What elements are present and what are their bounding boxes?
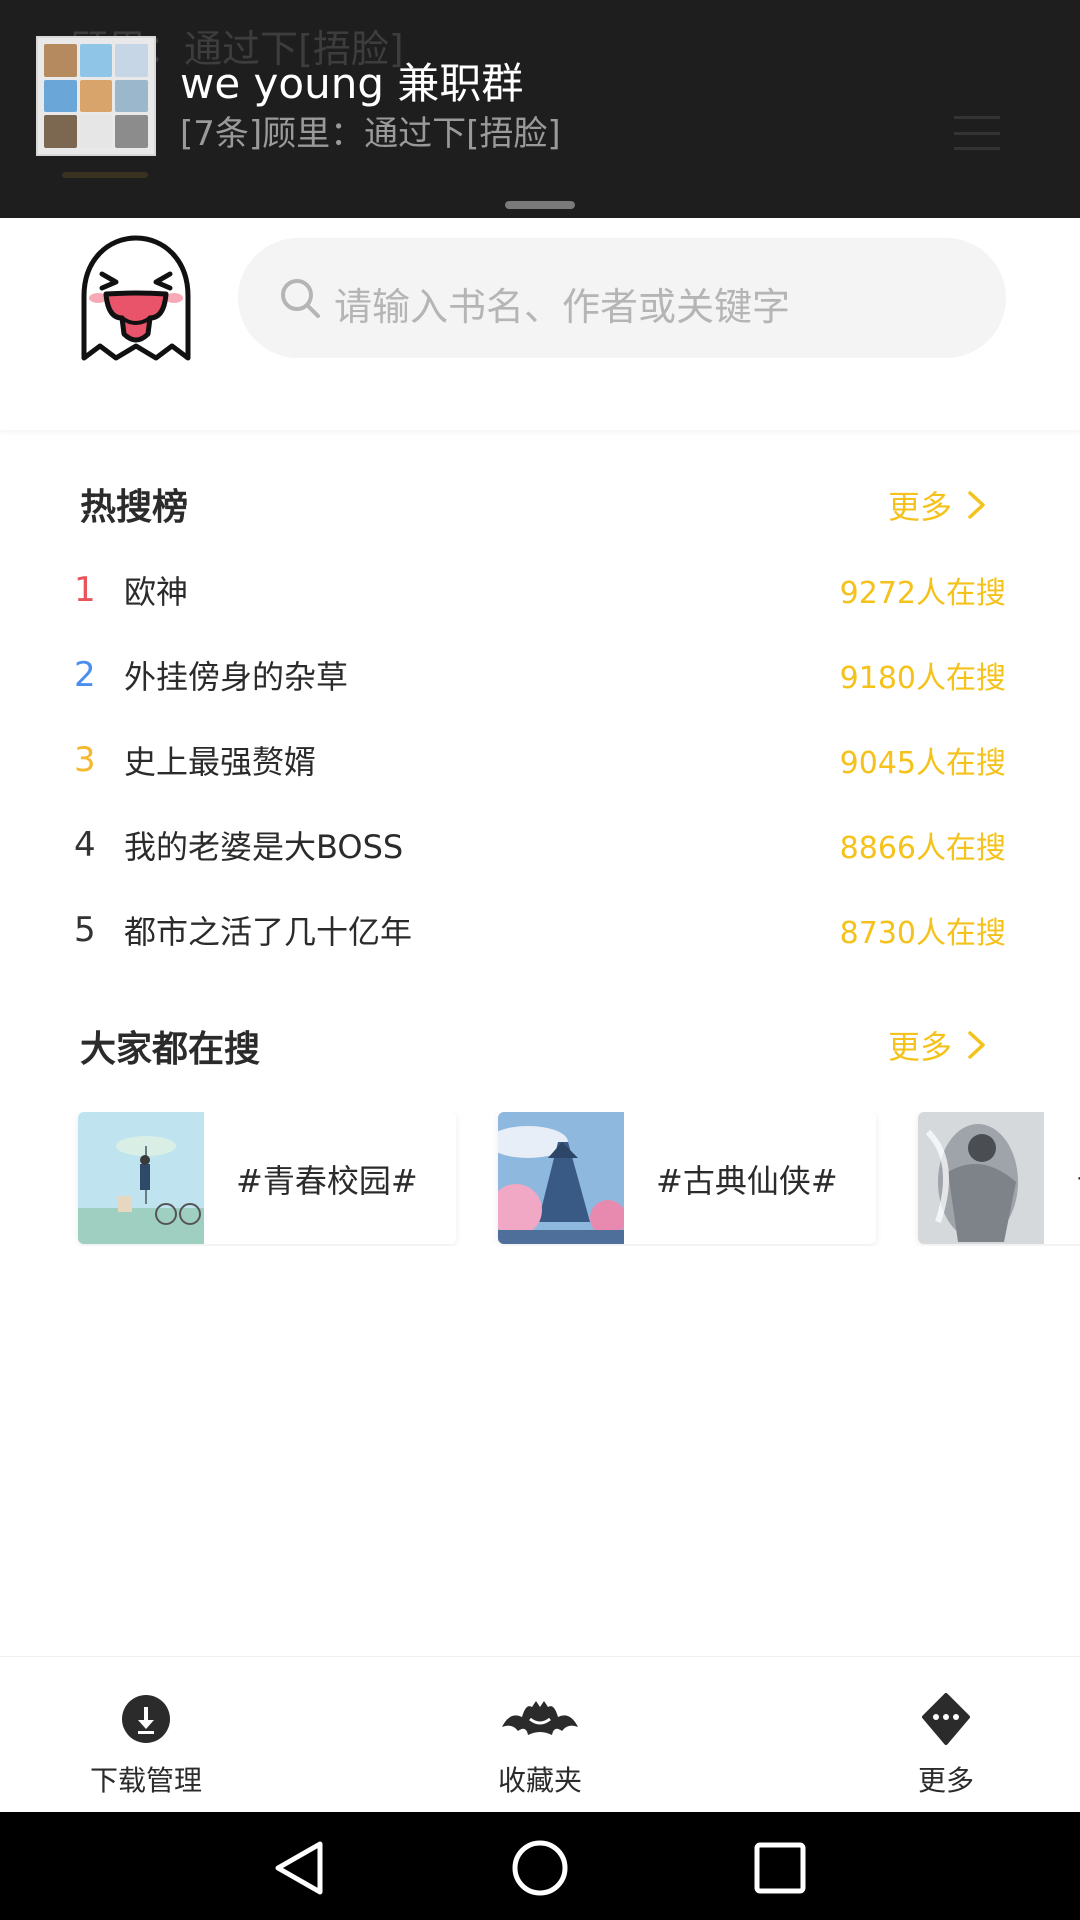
background-menu-icon xyxy=(954,116,1000,150)
search-count: 9045人在搜 xyxy=(839,746,1006,781)
chevron-right-icon xyxy=(968,491,985,519)
rank-number: 5 xyxy=(74,910,96,950)
rank-number: 2 xyxy=(74,655,96,695)
more-label: 更多 xyxy=(887,488,952,526)
rank-number: 3 xyxy=(74,740,96,780)
hot-list-item[interactable]: 3 史上最强赘婿 9045人在搜 xyxy=(74,730,1006,790)
tag-carousel[interactable]: #青春校园# #古典仙侠# # xyxy=(0,1112,1080,1246)
download-manager-label: 下载管理 xyxy=(89,1764,202,1797)
system-navigation-bar xyxy=(0,1812,1080,1920)
popular-more-button[interactable]: 更多 xyxy=(888,1022,988,1068)
notification-title: we young 兼职群 xyxy=(180,59,524,108)
home-icon[interactable] xyxy=(510,1838,570,1898)
more-button[interactable]: 更多 xyxy=(846,1693,1046,1799)
ghost-mascot-icon[interactable] xyxy=(74,234,198,364)
rank-number: 4 xyxy=(74,825,96,865)
search-count: 8866人在搜 xyxy=(839,831,1006,866)
book-title: 外挂傍身的杂草 xyxy=(124,658,349,696)
search-icon xyxy=(281,279,320,318)
favorites-label: 收藏夹 xyxy=(497,1764,582,1797)
search-count: 8730人在搜 xyxy=(839,916,1006,951)
campus-thumbnail xyxy=(78,1112,204,1244)
background-app-indicator xyxy=(62,172,148,178)
tag-label: #青春校园# xyxy=(236,1162,418,1200)
hot-list-item[interactable]: 5 都市之活了几十亿年 8730人在搜 xyxy=(74,900,1006,960)
hot-list-item[interactable]: 4 我的老婆是大BOSS 8866人在搜 xyxy=(74,815,1006,875)
xianxia-thumbnail xyxy=(498,1112,624,1244)
swordsman-thumbnail xyxy=(918,1112,1044,1244)
book-title: 史上最强赘婿 xyxy=(124,743,317,781)
notification-message: [7条]顾里：通过下[捂脸] xyxy=(180,114,561,154)
search-input[interactable]: 请输入书名、作者或关键字 xyxy=(238,238,1006,358)
search-count: 9180人在搜 xyxy=(839,661,1006,696)
rank-number: 1 xyxy=(74,570,96,610)
tag-card[interactable]: #古典仙侠# xyxy=(498,1112,876,1244)
book-title: 欧神 xyxy=(124,573,189,611)
bottom-toolbar: 下载管理 收藏夹 更多 xyxy=(0,1656,1080,1812)
search-header: 请输入书名、作者或关键字 xyxy=(0,218,1080,430)
drag-handle[interactable] xyxy=(505,201,575,209)
book-title: 都市之活了几十亿年 xyxy=(124,913,413,951)
tag-card[interactable]: #青春校园# xyxy=(78,1112,456,1244)
download-icon xyxy=(122,1695,170,1743)
tag-label: #古典仙侠# xyxy=(656,1162,838,1200)
book-title: 我的老婆是大BOSS xyxy=(124,828,404,866)
group-avatar xyxy=(36,36,156,156)
back-icon[interactable] xyxy=(270,1838,330,1898)
hot-list-item[interactable]: 2 外挂傍身的杂草 9180人在搜 xyxy=(74,645,1006,705)
recent-apps-icon[interactable] xyxy=(750,1838,810,1898)
hot-list-more-button[interactable]: 更多 xyxy=(888,482,988,528)
notification-banner[interactable]: 顾里：通过下[捂脸] we young 兼职群 [7条]顾里：通过下[捂脸] xyxy=(0,0,1080,218)
more-label: 更多 xyxy=(917,1764,974,1797)
bat-icon xyxy=(502,1701,578,1735)
tag-label: # xyxy=(1076,1156,1080,1194)
tag-card[interactable]: # xyxy=(918,1112,1080,1244)
favorites-button[interactable]: 收藏夹 xyxy=(440,1693,640,1799)
more-icon xyxy=(922,1693,970,1745)
chevron-right-icon xyxy=(968,1031,985,1059)
search-placeholder: 请输入书名、作者或关键字 xyxy=(334,285,791,329)
more-label: 更多 xyxy=(887,1028,952,1066)
search-count: 9272人在搜 xyxy=(839,576,1006,611)
download-manager-button[interactable]: 下载管理 xyxy=(46,1693,246,1799)
hot-list-item[interactable]: 1 欧神 9272人在搜 xyxy=(74,560,1006,620)
popular-title: 大家都在搜 xyxy=(80,1029,261,1070)
hot-list-title: 热搜榜 xyxy=(80,487,189,528)
